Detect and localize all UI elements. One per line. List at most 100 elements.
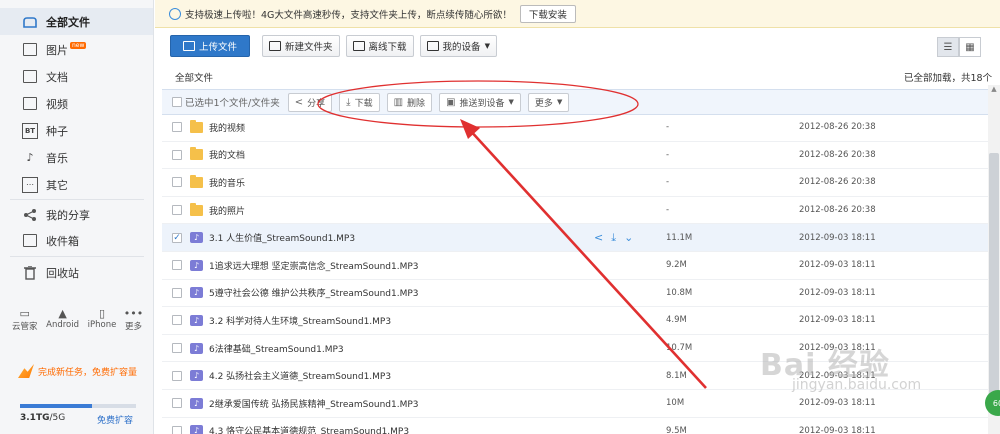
file-row[interactable]: ♪ 1追求远大理想 坚定崇高信念_StreamSound1.MP3 9.2M 2… <box>162 252 988 280</box>
chevron-down-icon: ▼ <box>508 98 514 106</box>
rocket-icon <box>18 364 34 378</box>
grid-view-button[interactable]: ▦ <box>959 37 981 57</box>
device-more[interactable]: ••• 更多 <box>123 306 144 333</box>
row-checkbox[interactable] <box>172 122 182 133</box>
chevron-down-icon[interactable]: ⌄ <box>624 231 633 245</box>
sidebar-item-images[interactable]: 图片 new <box>0 36 153 63</box>
device-iphone[interactable]: ▯ iPhone <box>88 306 117 332</box>
file-row[interactable]: 我的音乐 - 2012-08-26 20:38 <box>162 169 988 197</box>
file-name[interactable]: 我的文档 <box>209 148 245 161</box>
storage-usage: 3.1TG/5G <box>20 413 66 423</box>
sidebar-item-all-files[interactable]: 全部文件 <box>0 8 153 35</box>
share-button[interactable]: < 分享 <box>287 92 333 112</box>
audio-file-icon: ♪ <box>190 342 203 354</box>
row-checkbox[interactable] <box>172 149 182 160</box>
sidebar-item-videos[interactable]: 视频 <box>0 90 153 117</box>
ellipsis-icon: ••• <box>123 306 144 320</box>
scroll-up-icon[interactable]: ▲ <box>988 85 1000 97</box>
row-checkbox[interactable] <box>172 177 182 188</box>
row-checkbox[interactable] <box>172 315 182 326</box>
offline-download-button[interactable]: 离线下载 <box>345 35 414 57</box>
new-badge: new <box>70 42 87 49</box>
sidebar-item-inbox[interactable]: 收件箱 <box>0 227 153 254</box>
document-icon <box>22 69 38 85</box>
divider <box>10 256 144 257</box>
new-folder-button[interactable]: 新建文件夹 <box>262 35 340 57</box>
file-row[interactable]: ♪ 5遵守社会公德 维护公共秩序_StreamSound1.MP3 10.8M … <box>162 280 988 308</box>
row-checkbox-checked[interactable]: ✓ <box>172 232 182 243</box>
select-all-checkbox[interactable] <box>172 97 182 107</box>
device-cloud-manager[interactable]: ▭ 云管家 <box>12 306 38 333</box>
list-icon: ☰ <box>943 41 953 53</box>
download-button[interactable]: ⤓ 下载 <box>339 92 380 112</box>
sidebar-item-documents[interactable]: 文档 <box>0 63 153 90</box>
row-checkbox[interactable] <box>172 287 182 298</box>
device-label: iPhone <box>87 320 117 330</box>
upload-button[interactable]: 上传文件 <box>170 35 251 57</box>
file-size: 9.5M <box>666 425 687 434</box>
file-row[interactable]: 我的视频 - 2012-08-26 20:38 <box>162 114 988 142</box>
file-name[interactable]: 3.2 科学对待人生环境_StreamSound1.MP3 <box>209 314 391 327</box>
button-label: 推送到设备 <box>459 98 505 109</box>
file-row[interactable]: 我的照片 - 2012-08-26 20:38 <box>162 197 988 225</box>
sidebar-item-torrents[interactable]: BT 种子 <box>0 117 153 144</box>
row-checkbox[interactable] <box>172 343 182 354</box>
download-install-button[interactable]: 下载安装 <box>519 4 576 23</box>
file-row[interactable]: ♪ 4.3 恪守公民基本道德规范_StreamSound1.MP3 9.5M 2… <box>162 418 988 434</box>
file-row-selected[interactable]: ✓ ♪ 3.1 人生价值_StreamSound1.MP3 < ⤓ ⌄ 11.1… <box>162 224 988 252</box>
sidebar-item-recycle-bin[interactable]: 回收站 <box>0 259 153 286</box>
smile-icon <box>169 7 181 20</box>
promo-link[interactable]: 完成新任务，免费扩容量 <box>18 364 137 378</box>
file-name[interactable]: 我的音乐 <box>209 176 245 189</box>
file-row[interactable]: ♪ 2继承爱国传统 弘扬民族精神_StreamSound1.MP3 10M 20… <box>162 390 988 418</box>
more-button[interactable]: 更多 ▼ <box>527 92 570 112</box>
sidebar-item-label: 收件箱 <box>46 234 79 248</box>
file-name[interactable]: 4.2 弘扬社会主义道德_StreamSound1.MP3 <box>209 369 391 382</box>
row-checkbox[interactable] <box>172 260 182 271</box>
file-name[interactable]: 我的视频 <box>209 121 245 134</box>
audio-file-icon: ♪ <box>190 287 203 299</box>
sidebar-item-other[interactable]: ⋯ 其它 <box>0 171 153 198</box>
list-view-button[interactable]: ☰ <box>937 37 959 57</box>
share-icon <box>22 207 38 223</box>
delete-button[interactable]: ▥ 删除 <box>386 92 433 112</box>
share-icon[interactable]: < <box>594 231 603 245</box>
row-checkbox[interactable] <box>172 398 182 409</box>
file-size: 10M <box>666 398 685 409</box>
expand-storage-link[interactable]: 免费扩容 <box>97 413 133 426</box>
audio-file-icon: ♪ <box>190 259 203 271</box>
row-checkbox[interactable] <box>172 425 182 434</box>
file-row[interactable]: ♪ 3.2 科学对待人生环境_StreamSound1.MP3 4.9M 201… <box>162 307 988 335</box>
app-window: 全部文件 图片 new 文档 视频 BT 种子 ♪ 音乐 ⋯ 其它 我的分享 收… <box>0 0 1000 434</box>
device-android[interactable]: ▲ Android <box>46 306 79 332</box>
download-icon[interactable]: ⤓ <box>611 231 616 245</box>
sidebar-item-music[interactable]: ♪ 音乐 <box>0 144 153 171</box>
button-label: 我的设备 <box>442 42 481 53</box>
push-to-device-button[interactable]: ▣ 推送到设备 ▼ <box>439 92 521 112</box>
offline-download-icon <box>352 41 365 51</box>
file-name[interactable]: 4.3 恪守公民基本道德规范_StreamSound1.MP3 <box>209 424 409 434</box>
file-date: 2012-09-03 18:11 <box>799 232 876 243</box>
file-row[interactable]: 我的文档 - 2012-08-26 20:38 <box>162 142 988 170</box>
scrollbar-thumb[interactable] <box>989 153 999 397</box>
button-label: 删除 <box>407 98 426 109</box>
scrollbar[interactable]: ▲ <box>988 85 1000 434</box>
file-name[interactable]: 5遵守社会公德 维护公共秩序_StreamSound1.MP3 <box>209 286 419 299</box>
button-label: 下载 <box>354 98 373 109</box>
sidebar-item-label: 全部文件 <box>46 15 90 29</box>
sidebar-item-label: 图片 <box>46 43 68 57</box>
breadcrumb[interactable]: 全部文件 <box>175 70 213 84</box>
promo-text: 完成新任务，免费扩容量 <box>38 367 138 378</box>
row-checkbox[interactable] <box>172 205 182 216</box>
file-name[interactable]: 2继承爱国传统 弘扬民族精神_StreamSound1.MP3 <box>209 397 419 410</box>
file-name[interactable]: 6法律基础_StreamSound1.MP3 <box>209 342 344 355</box>
row-checkbox[interactable] <box>172 370 182 381</box>
toolbar: 上传文件 新建文件夹 离线下载 我的设备 ▼ <box>170 35 503 57</box>
file-name[interactable]: 我的照片 <box>209 204 245 217</box>
sidebar-item-my-share[interactable]: 我的分享 <box>0 201 153 228</box>
my-device-button[interactable]: 我的设备 ▼ <box>419 35 497 57</box>
audio-file-icon: ♪ <box>190 232 203 244</box>
file-size: - <box>666 122 670 133</box>
file-name[interactable]: 3.1 人生价值_StreamSound1.MP3 <box>209 231 355 244</box>
file-name[interactable]: 1追求远大理想 坚定崇高信念_StreamSound1.MP3 <box>209 259 419 272</box>
